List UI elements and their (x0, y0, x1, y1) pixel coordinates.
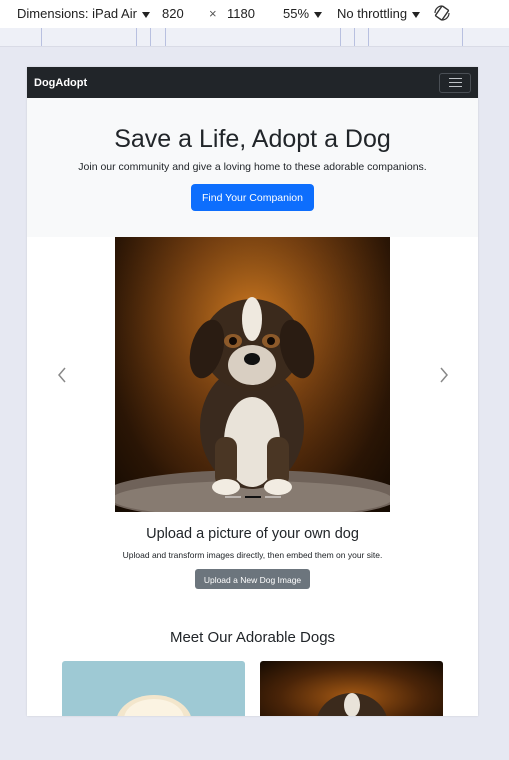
hamburger-icon (448, 82, 462, 83)
carousel-indicator[interactable] (224, 496, 241, 498)
navbar: DogAdopt (27, 67, 478, 98)
ruler-tick (462, 28, 463, 46)
hamburger-icon (448, 86, 462, 87)
dog-carousel (27, 237, 478, 512)
hero-title: Save a Life, Adopt a Dog (114, 125, 391, 153)
carousel-prev-icon[interactable] (56, 365, 68, 385)
gallery-title: Meet Our Adorable Dogs (169, 629, 336, 646)
puppy-illustration (115, 237, 390, 512)
ruler-tick (368, 28, 369, 46)
device-select[interactable]: Dimensions: iPad Air (17, 6, 150, 21)
caption-title: Upload a picture of your own dog (146, 526, 359, 542)
carousel-caption: Upload a picture of your own dog Upload … (27, 512, 478, 612)
rotate-icon[interactable] (433, 4, 451, 25)
ruler-tick (165, 28, 166, 46)
device-viewport: DogAdopt Save a Life, Adopt a Dog Join o… (27, 67, 478, 716)
golden-puppy-thumbnail (117, 695, 191, 716)
dog-card-image[interactable] (260, 661, 443, 716)
devtools-toolbar: Dimensions: iPad Air 820 × 1180 55% No t… (0, 0, 509, 29)
ruler-tick (41, 28, 42, 46)
throttling-select[interactable]: No throttling (337, 6, 421, 21)
zoom-select[interactable]: 55% (283, 6, 323, 21)
hero-section: Save a Life, Adopt a Dog Join our commun… (27, 98, 478, 237)
hamburger-icon (448, 78, 462, 79)
find-companion-button[interactable]: Find Your Companion (191, 184, 314, 211)
hero-subtitle: Join our community and give a loving hom… (78, 161, 427, 173)
media-query-ruler[interactable] (0, 28, 509, 47)
carousel-next-icon[interactable] (438, 365, 450, 385)
carousel-indicators (115, 496, 390, 498)
caption-text: Upload and transform images directly, th… (122, 550, 383, 560)
ruler-tick (354, 28, 355, 46)
carousel-indicator[interactable] (264, 496, 281, 498)
chevron-down-icon (314, 11, 323, 18)
times-separator: × (209, 6, 217, 21)
brown-puppy-thumbnail (317, 693, 387, 716)
width-input[interactable]: 820 (162, 6, 184, 21)
ruler-tick (340, 28, 341, 46)
ruler-tick (136, 28, 137, 46)
ruler-tick (150, 28, 151, 46)
chevron-down-icon (412, 11, 421, 18)
dog-card-image[interactable] (62, 661, 245, 716)
chevron-down-icon (141, 11, 150, 18)
zoom-label: 55% (283, 6, 310, 21)
device-label: Dimensions: iPad Air (17, 6, 137, 21)
navbar-brand[interactable]: DogAdopt (34, 77, 87, 89)
puppy-photo (115, 237, 390, 512)
throttling-label: No throttling (337, 6, 408, 21)
carousel-indicator-active[interactable] (244, 496, 261, 498)
menu-toggle-button[interactable] (439, 72, 471, 93)
height-input[interactable]: 1180 (227, 6, 255, 21)
upload-dog-image-button[interactable]: Upload a New Dog Image (195, 569, 310, 589)
